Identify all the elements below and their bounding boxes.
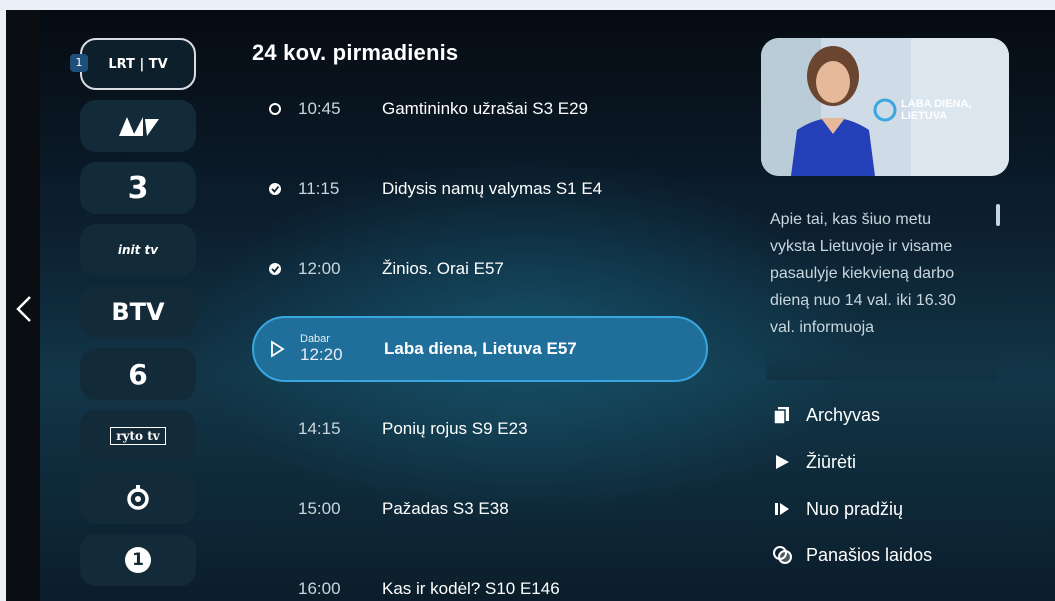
- program-time: 12:00: [298, 259, 341, 278]
- program-row-current[interactable]: Dabar 12:20 Laba diena, Lietuva E57: [252, 316, 708, 382]
- program-title: Gamtininko užrašai S3 E29: [382, 99, 588, 118]
- similar-label: Panašios laidos: [806, 544, 933, 565]
- play-outline-icon: [254, 340, 300, 358]
- watch-label: Žiūrėti: [806, 451, 857, 472]
- channel-logo: BTV: [111, 298, 165, 326]
- program-title: Laba diena, Lietuva E57: [384, 339, 577, 358]
- program-time: 12:20: [300, 345, 343, 364]
- channel-lnk[interactable]: [80, 100, 196, 152]
- channel-btv[interactable]: BTV: [80, 286, 196, 338]
- program-thumbnail: LABA DIENA, LIETUVA: [761, 38, 1009, 176]
- check-icon: [252, 262, 298, 276]
- schedule-date: 24 kov. pirmadienis: [252, 40, 459, 65]
- channel-logo: ryto tv: [110, 427, 166, 445]
- archive-button[interactable]: Archyvas: [772, 400, 880, 430]
- restart-icon: [772, 499, 806, 519]
- program-title: Pažadas S3 E38: [382, 499, 509, 518]
- program-row[interactable]: 10:45 Gamtininko užrašai S3 E29: [252, 86, 712, 132]
- program-title: Ponių rojus S9 E23: [382, 419, 528, 438]
- play-icon: [772, 452, 806, 472]
- channel-init-tv[interactable]: init tv: [80, 224, 196, 276]
- program-row[interactable]: 11:15 Didysis namų valymas S1 E4: [252, 166, 712, 212]
- program-title: Kas ir kodėl? S10 E146: [382, 579, 560, 598]
- check-icon: [252, 182, 298, 196]
- channel-logo: init tv: [117, 243, 159, 257]
- channel-logo: 1: [125, 547, 151, 573]
- program-time: 14:15: [298, 419, 341, 438]
- channel-tv6[interactable]: 6: [80, 348, 196, 400]
- program-row[interactable]: 12:00 Žinios. Orai E57: [252, 246, 712, 292]
- program-row[interactable]: 16:00 Kas ir kodėl? S10 E146: [252, 566, 712, 601]
- ring-logo-icon: [127, 485, 149, 510]
- archive-icon: [772, 405, 806, 425]
- from-start-button[interactable]: Nuo pradžių: [772, 494, 903, 524]
- program-time: 15:00: [298, 499, 341, 518]
- channel-tv3[interactable]: 3: [80, 162, 196, 214]
- tv-guide-screen: 1 LRT | TV 3 init tv BTV 6 ryto tv 1 24 …: [6, 10, 1055, 601]
- lnk-logo-icon: [119, 117, 159, 136]
- description-scrollbar[interactable]: [996, 204, 1000, 226]
- program-time: 10:45: [298, 99, 341, 118]
- similar-shows-button[interactable]: Panašios laidos: [772, 540, 932, 570]
- channel-ryto-tv[interactable]: ryto tv: [80, 410, 196, 462]
- description-fade: [766, 350, 996, 380]
- from-start-label: Nuo pradžių: [806, 498, 904, 519]
- program-title: Didysis namų valymas S1 E4: [382, 179, 603, 198]
- thumbnail-title: LABA DIENA, LIETUVA: [901, 98, 972, 122]
- channel-number: 1: [70, 54, 88, 72]
- archive-label: Archyvas: [806, 404, 881, 425]
- channel-lrt-tv[interactable]: 1 LRT | TV: [70, 38, 196, 90]
- channel-logo: LRT | TV: [108, 56, 168, 72]
- channel-logo: 3: [127, 170, 149, 206]
- watch-button[interactable]: Žiūrėti: [772, 447, 856, 477]
- channel-one[interactable]: 1: [80, 534, 196, 586]
- program-row[interactable]: 15:00 Pažadas S3 E38: [252, 486, 712, 532]
- channel-ring[interactable]: [80, 472, 196, 524]
- program-row[interactable]: 14:15 Ponių rojus S9 E23: [252, 406, 712, 452]
- circle-icon: [252, 102, 298, 116]
- now-label: Dabar: [300, 333, 330, 345]
- program-time: 11:15: [298, 179, 340, 198]
- program-time: 16:00: [298, 579, 341, 598]
- channel-logo: 6: [128, 357, 148, 391]
- similar-icon: [772, 545, 806, 565]
- program-title: Žinios. Orai E57: [382, 259, 504, 278]
- back-arrow-icon[interactable]: [13, 294, 35, 324]
